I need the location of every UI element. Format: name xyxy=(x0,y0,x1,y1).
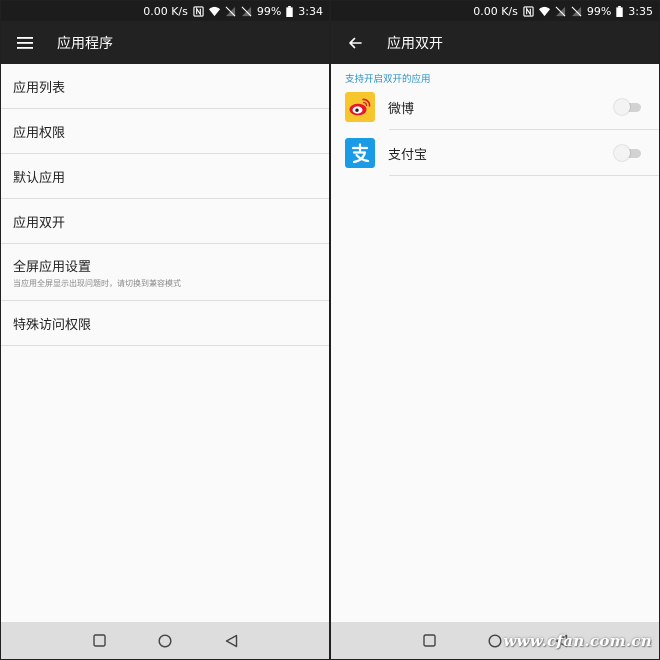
alipay-icon xyxy=(345,138,375,168)
menu-item-label: 应用权限 xyxy=(13,125,66,141)
battery-icon xyxy=(286,5,294,17)
navigation-bar xyxy=(1,622,329,659)
home-button[interactable] xyxy=(157,633,173,649)
menu-button[interactable] xyxy=(3,21,47,64)
triangle-back-icon xyxy=(225,634,237,647)
back-button[interactable] xyxy=(223,633,239,649)
watermark: www.cfan.com.cn xyxy=(503,632,652,650)
menu-item-app-permissions[interactable]: 应用权限 xyxy=(1,109,329,154)
parallel-toggle-weibo[interactable] xyxy=(614,99,642,115)
menu-item-label: 特殊访问权限 xyxy=(13,317,92,333)
no-signal-icon xyxy=(555,6,566,16)
section-header: 支持开启双开的应用 xyxy=(345,74,431,85)
app-row-alipay[interactable]: 支付宝 xyxy=(331,130,659,176)
menu-item-fullscreen-apps[interactable]: 全屏应用设置 当应用全屏显示出现问题时，请切换到兼容模式 xyxy=(1,244,329,301)
battery-icon xyxy=(616,5,624,17)
circle-icon xyxy=(158,633,172,648)
square-icon xyxy=(422,634,436,647)
no-signal-icon xyxy=(241,6,252,16)
parallel-toggle-alipay[interactable] xyxy=(614,145,642,161)
toggle-thumb xyxy=(614,99,630,115)
app-settings-screen: 0.00 K/s 99% 3:34 应用程序 应用列表 应用权限 默认应用 应用… xyxy=(1,1,329,659)
battery-percent: 99% xyxy=(586,4,612,18)
weibo-logo xyxy=(349,98,371,116)
page-title: 应用程序 xyxy=(57,35,113,52)
alipay-logo xyxy=(351,143,370,164)
home-button[interactable] xyxy=(487,633,503,649)
wifi-icon xyxy=(208,6,220,16)
clock: 3:35 xyxy=(628,4,653,18)
recents-button[interactable] xyxy=(91,633,107,649)
menu-item-label: 应用双开 xyxy=(13,215,66,231)
hamburger-icon xyxy=(17,36,33,49)
screenshot-frame: 0.00 K/s 99% 3:34 应用程序 应用列表 应用权限 默认应用 应用… xyxy=(0,0,660,660)
menu-item-parallel-apps[interactable]: 应用双开 xyxy=(1,199,329,244)
app-name: 微博 xyxy=(388,101,415,117)
menu-item-default-apps[interactable]: 默认应用 xyxy=(1,154,329,199)
wifi-icon xyxy=(538,6,550,16)
menu-item-special-access[interactable]: 特殊访问权限 xyxy=(1,301,329,346)
recents-button[interactable] xyxy=(421,633,437,649)
app-row-weibo[interactable]: 微博 xyxy=(331,84,659,130)
arrow-left-icon xyxy=(349,37,362,48)
toggle-thumb xyxy=(614,145,630,161)
app-bar: 应用程序 xyxy=(1,21,329,64)
menu-item-label: 默认应用 xyxy=(13,170,66,186)
settings-menu: 应用列表 应用权限 默认应用 应用双开 全屏应用设置 当应用全屏显示出现问题时，… xyxy=(1,64,329,346)
app-name: 支付宝 xyxy=(388,147,428,163)
square-icon xyxy=(92,634,106,647)
back-arrow-button[interactable] xyxy=(333,21,377,64)
status-bar: 0.00 K/s 99% 3:35 xyxy=(331,1,659,21)
no-signal-icon xyxy=(571,6,582,16)
page-title: 应用双开 xyxy=(387,35,443,52)
status-bar: 0.00 K/s 99% 3:34 xyxy=(1,1,329,21)
nfc-icon xyxy=(523,5,534,17)
parallel-app-list: 微博 支付宝 xyxy=(331,84,659,176)
parallel-apps-screen: 0.00 K/s 99% 3:35 应用双开 支持开启双开的应用 微博 支付宝 xyxy=(331,1,659,659)
menu-item-description: 当应用全屏显示出现问题时，请切换到兼容模式 xyxy=(13,278,181,288)
circle-icon xyxy=(488,633,502,648)
menu-item-app-list[interactable]: 应用列表 xyxy=(1,64,329,109)
no-signal-icon xyxy=(225,6,236,16)
network-speed: 0.00 K/s xyxy=(473,4,518,18)
nfc-icon xyxy=(193,5,204,17)
menu-item-label: 应用列表 xyxy=(13,80,66,96)
row-divider xyxy=(389,175,659,176)
battery-percent: 99% xyxy=(256,4,282,18)
clock: 3:34 xyxy=(298,4,323,18)
network-speed: 0.00 K/s xyxy=(143,4,188,18)
app-bar: 应用双开 xyxy=(331,21,659,64)
weibo-icon xyxy=(345,92,375,122)
menu-item-label: 全屏应用设置 xyxy=(13,259,92,275)
